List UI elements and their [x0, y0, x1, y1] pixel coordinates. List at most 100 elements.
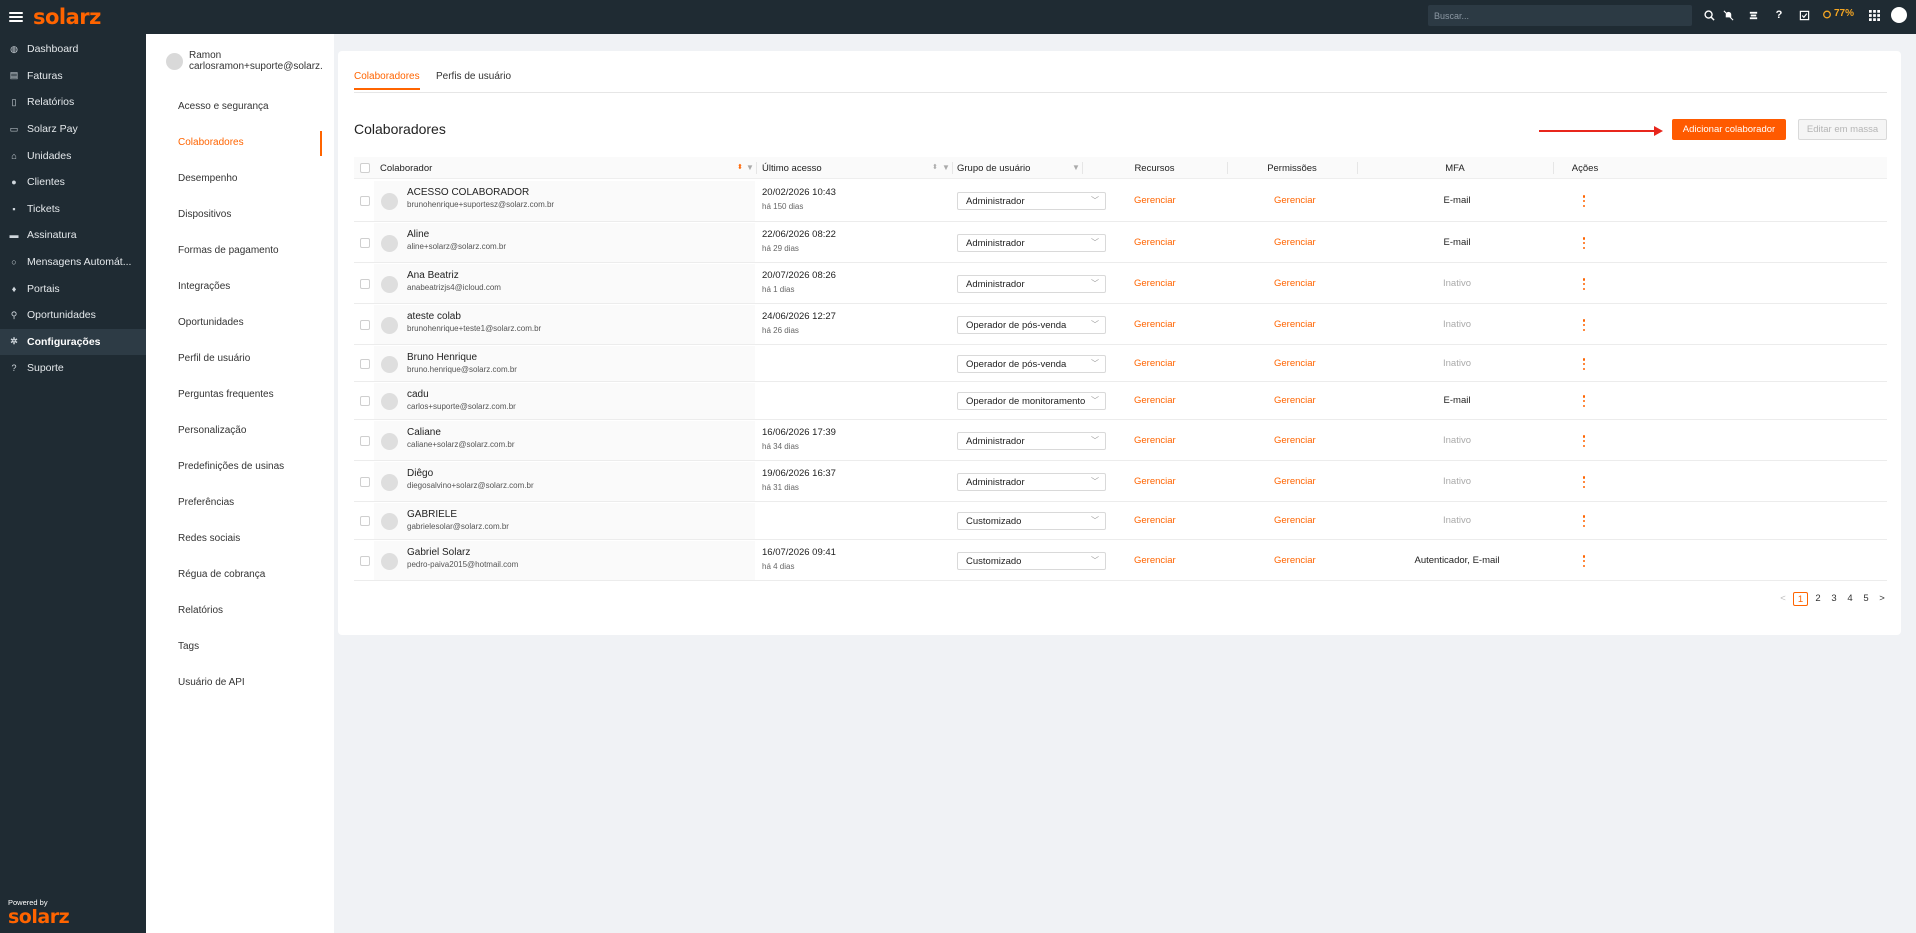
manage-permissions-link[interactable]: Gerenciar — [1274, 395, 1316, 406]
settings-item-perguntas[interactable]: Perguntas frequentes — [178, 389, 274, 400]
manage-resources-link[interactable]: Gerenciar — [1134, 237, 1176, 248]
apps-icon[interactable] — [1866, 7, 1882, 23]
settings-item-relatorios[interactable]: Relatórios — [178, 605, 223, 616]
row-checkbox[interactable] — [360, 196, 370, 206]
row-checkbox[interactable] — [360, 477, 370, 487]
settings-item-usuario-api[interactable]: Usuário de API — [178, 677, 245, 688]
user-group-select[interactable]: Customizado ﹀ — [957, 552, 1106, 570]
user-group-select[interactable]: Operador de pós-venda ﹀ — [957, 355, 1106, 373]
tasks-icon[interactable] — [1796, 7, 1812, 23]
user-group-select[interactable]: Operador de monitoramento ﹀ — [957, 392, 1106, 410]
settings-item-colaboradores[interactable]: Colaboradores — [178, 137, 244, 148]
user-group-select[interactable]: Administrador ﹀ — [957, 234, 1106, 252]
more-actions-icon[interactable] — [1582, 435, 1586, 447]
row-checkbox[interactable] — [360, 238, 370, 248]
search-input[interactable] — [1428, 5, 1692, 26]
more-actions-icon[interactable] — [1582, 476, 1586, 488]
pagination-page-5[interactable]: 5 — [1861, 592, 1871, 606]
help-icon[interactable]: ? — [1771, 7, 1787, 23]
settings-item-predefinicoes[interactable]: Predefinições de usinas — [178, 461, 284, 472]
user-avatar[interactable] — [1891, 7, 1907, 23]
settings-item-tags[interactable]: Tags — [178, 641, 199, 652]
manage-resources-link[interactable]: Gerenciar — [1134, 319, 1176, 330]
pagination-next[interactable]: > — [1877, 592, 1887, 606]
sort-icon[interactable]: ⬍ — [737, 163, 743, 171]
pagination-page-4[interactable]: 4 — [1845, 592, 1855, 606]
manage-permissions-link[interactable]: Gerenciar — [1274, 278, 1316, 289]
sidebar-item-portais[interactable]: ♦ Portais — [0, 275, 146, 302]
sort-icon[interactable]: ⬍ — [932, 163, 938, 171]
sidebar-item-relatorios[interactable]: ▯ Relatórios — [0, 89, 146, 116]
sidebar-item-tickets[interactable]: ▪ Tickets — [0, 196, 146, 223]
manage-resources-link[interactable]: Gerenciar — [1134, 195, 1176, 206]
manage-permissions-link[interactable]: Gerenciar — [1274, 515, 1316, 526]
user-group-select[interactable]: Customizado ﹀ — [957, 512, 1106, 530]
column-ultimo-acesso[interactable]: Último acesso — [762, 163, 822, 174]
user-group-select[interactable]: Administrador ﹀ — [957, 275, 1106, 293]
manage-resources-link[interactable]: Gerenciar — [1134, 555, 1176, 566]
pagination-page-2[interactable]: 2 — [1813, 592, 1823, 606]
column-grupo-usuario[interactable]: Grupo de usuário — [957, 163, 1030, 174]
manage-permissions-link[interactable]: Gerenciar — [1274, 319, 1316, 330]
sidebar-item-faturas[interactable]: ▤ Faturas — [0, 63, 146, 90]
user-group-select[interactable]: Administrador ﹀ — [957, 192, 1106, 210]
more-actions-icon[interactable] — [1582, 395, 1586, 407]
bell-off-icon[interactable] — [1720, 7, 1736, 23]
more-actions-icon[interactable] — [1582, 358, 1586, 370]
search-icon[interactable] — [1701, 7, 1717, 23]
column-colaborador[interactable]: Colaborador — [380, 163, 432, 174]
more-actions-icon[interactable] — [1582, 555, 1586, 567]
row-checkbox[interactable] — [360, 436, 370, 446]
user-group-select[interactable]: Operador de pós-venda ﹀ — [957, 316, 1106, 334]
row-checkbox[interactable] — [360, 320, 370, 330]
mass-edit-button[interactable]: Editar em massa — [1798, 119, 1887, 140]
settings-item-redes-sociais[interactable]: Redes sociais — [178, 533, 240, 544]
manage-resources-link[interactable]: Gerenciar — [1134, 435, 1176, 446]
more-actions-icon[interactable] — [1582, 237, 1586, 249]
manage-permissions-link[interactable]: Gerenciar — [1274, 237, 1316, 248]
settings-item-dispositivos[interactable]: Dispositivos — [178, 209, 231, 220]
settings-item-formas-pagamento[interactable]: Formas de pagamento — [178, 245, 279, 256]
sidebar-item-dashboard[interactable]: ◍ Dashboard — [0, 36, 146, 63]
user-group-select[interactable]: Administrador ﹀ — [957, 432, 1106, 450]
select-all-checkbox[interactable] — [360, 163, 370, 173]
pagination-prev[interactable]: < — [1778, 592, 1788, 606]
sidebar-item-unidades[interactable]: ⌂ Unidades — [0, 142, 146, 169]
settings-item-regua-cobranca[interactable]: Régua de cobrança — [178, 569, 265, 580]
manage-permissions-link[interactable]: Gerenciar — [1274, 358, 1316, 369]
manage-resources-link[interactable]: Gerenciar — [1134, 358, 1176, 369]
sort-icon[interactable] — [1745, 7, 1761, 23]
manage-resources-link[interactable]: Gerenciar — [1134, 278, 1176, 289]
settings-item-preferencias[interactable]: Preferências — [178, 497, 234, 508]
settings-item-oportunidades[interactable]: Oportunidades — [178, 317, 244, 328]
logo[interactable]: solarz — [33, 5, 101, 29]
sidebar-item-suporte[interactable]: ? Suporte — [0, 355, 146, 382]
row-checkbox[interactable] — [360, 279, 370, 289]
manage-resources-link[interactable]: Gerenciar — [1134, 395, 1176, 406]
row-checkbox[interactable] — [360, 516, 370, 526]
sidebar-item-assinatura[interactable]: ▬ Assinatura — [0, 222, 146, 249]
settings-item-personalizacao[interactable]: Personalização — [178, 425, 246, 436]
pagination-page-3[interactable]: 3 — [1829, 592, 1839, 606]
pagination-page-1[interactable]: 1 — [1793, 592, 1808, 606]
more-actions-icon[interactable] — [1582, 195, 1586, 207]
settings-item-integracoes[interactable]: Integrações — [178, 281, 230, 292]
tab-colaboradores[interactable]: Colaboradores — [354, 71, 420, 90]
manage-resources-link[interactable]: Gerenciar — [1134, 515, 1176, 526]
settings-item-perfil-usuario[interactable]: Perfil de usuário — [178, 353, 250, 364]
more-actions-icon[interactable] — [1582, 319, 1586, 331]
user-group-select[interactable]: Administrador ﹀ — [957, 473, 1106, 491]
sidebar-item-oportunidades[interactable]: ⚲ Oportunidades — [0, 302, 146, 329]
row-checkbox[interactable] — [360, 396, 370, 406]
filter-icon[interactable]: ▼ — [942, 163, 950, 172]
row-checkbox[interactable] — [360, 359, 370, 369]
sidebar-item-solarz-pay[interactable]: ▭ Solarz Pay — [0, 116, 146, 143]
filter-icon[interactable]: ▼ — [1072, 163, 1080, 172]
manage-permissions-link[interactable]: Gerenciar — [1274, 476, 1316, 487]
manage-permissions-link[interactable]: Gerenciar — [1274, 555, 1316, 566]
row-checkbox[interactable] — [360, 556, 370, 566]
menu-icon[interactable] — [9, 12, 23, 22]
filter-icon[interactable]: ▼ — [746, 163, 754, 172]
tab-perfis-usuario[interactable]: Perfis de usuário — [436, 71, 511, 88]
more-actions-icon[interactable] — [1582, 278, 1586, 290]
